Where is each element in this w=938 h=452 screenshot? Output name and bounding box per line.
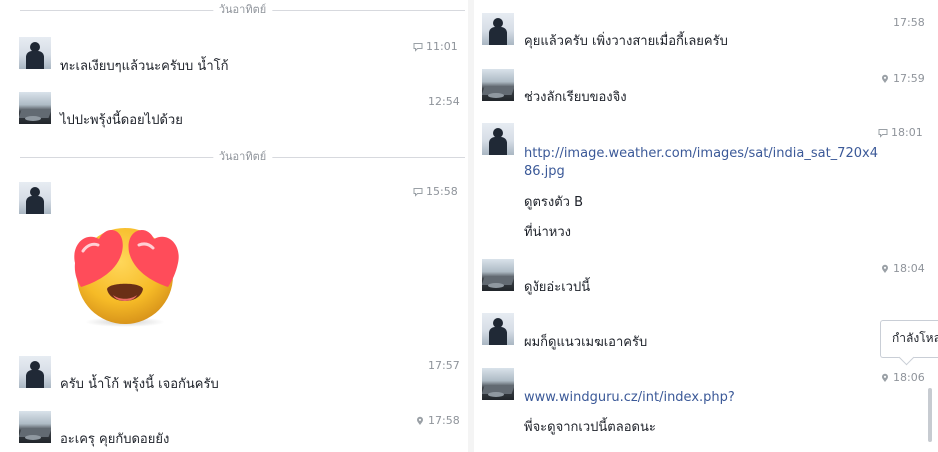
location-icon bbox=[417, 416, 423, 425]
message-meta: 18:04 bbox=[880, 262, 925, 275]
message-meta: 15:58 bbox=[413, 185, 458, 198]
message-time: 15:58 bbox=[426, 185, 458, 198]
message-text: ช่วงลักเรียบของจิง bbox=[524, 90, 627, 105]
message-time: 17:59 bbox=[893, 72, 925, 85]
date-divider: วันอาทิตย์ bbox=[20, 3, 465, 17]
avatar[interactable] bbox=[19, 92, 51, 124]
message-text: ที่น่าหวง bbox=[524, 225, 571, 240]
message-time: 17:57 bbox=[428, 359, 460, 372]
message-time: 18:04 bbox=[893, 262, 925, 275]
scrollbar-thumb[interactable] bbox=[928, 388, 932, 442]
avatar[interactable] bbox=[19, 182, 51, 214]
location-icon bbox=[882, 373, 888, 382]
message-text: ผมก็ดูแนวเมฆเอาครับ bbox=[524, 335, 648, 350]
date-divider-label: วันอาทิตย์ bbox=[212, 150, 273, 164]
windguru-link[interactable]: www.windguru.cz/int/index.php? bbox=[524, 389, 735, 407]
avatar[interactable] bbox=[482, 368, 514, 400]
date-divider: วันอาทิตย์ bbox=[20, 150, 465, 164]
location-icon bbox=[882, 74, 888, 83]
message-time: 11:01 bbox=[426, 40, 458, 53]
message-meta: 11:01 bbox=[413, 40, 458, 53]
message-icon bbox=[413, 42, 423, 52]
message-text: ครับ น้ำโก้ พรุ้งนี้ เจอกันครับ bbox=[60, 377, 219, 392]
message-meta: 18:06 bbox=[880, 371, 925, 384]
scrollbar-track[interactable] bbox=[926, 0, 934, 452]
message-text: ทะเลเงียบๆแล้วนะครับบ น้ำโก้ bbox=[60, 59, 229, 74]
avatar[interactable] bbox=[482, 259, 514, 291]
message-meta: 17:58 bbox=[415, 414, 460, 427]
message-text: คุยแล้วครับ เพิ่งวางสายเมื่อกี้เลยครับ bbox=[524, 34, 728, 49]
message-text: อะเครุ คุยกับดอยยัง bbox=[60, 432, 170, 447]
message-meta: 12:54 bbox=[428, 95, 460, 108]
message-time: 12:54 bbox=[428, 95, 460, 108]
message-time: 17:58 bbox=[428, 414, 460, 427]
message-meta: 17:59 bbox=[880, 72, 925, 85]
location-icon bbox=[882, 264, 888, 273]
message-icon bbox=[878, 128, 888, 138]
message-meta: 17:58 bbox=[893, 16, 925, 29]
message-time: 18:01 bbox=[891, 126, 923, 139]
message-time: 17:58 bbox=[893, 16, 925, 29]
message-meta: 17:57 bbox=[428, 359, 460, 372]
date-divider-label: วันอาทิตย์ bbox=[212, 3, 273, 17]
avatar[interactable] bbox=[19, 411, 51, 443]
tooltip-text: กำลังโหล bbox=[892, 331, 938, 345]
message-text: ไปปะพรุ้งนี้ดอยไปด้วย bbox=[60, 113, 183, 128]
message-text: พี่จะดูจากเวปนี้ตลอดนะ bbox=[524, 420, 656, 435]
tooltip: กำลังโหล bbox=[880, 320, 938, 366]
weather-image-link[interactable]: http://image.weather.com/images/sat/indi… bbox=[524, 145, 884, 181]
avatar[interactable] bbox=[19, 356, 51, 388]
conversation-panel-left: วันอาทิตย์ 11:01 ทะเลเงียบๆแล้วนะครับบ น… bbox=[0, 0, 468, 452]
message-text: ดูงัยอ่ะเวปนี้ bbox=[524, 280, 591, 295]
avatar[interactable] bbox=[482, 313, 514, 345]
avatar[interactable] bbox=[19, 37, 51, 69]
avatar[interactable] bbox=[482, 69, 514, 101]
avatar[interactable] bbox=[482, 13, 514, 45]
conversation-panel-right: 17:58 คุยแล้วครับ เพิ่งวางสายเมื่อกี้เลย… bbox=[474, 0, 938, 452]
heart-eyes-emoji bbox=[74, 228, 179, 327]
message-icon bbox=[413, 187, 423, 197]
avatar[interactable] bbox=[482, 123, 514, 155]
message-meta: 18:01 bbox=[878, 126, 923, 139]
message-text: ดูตรงตัว B bbox=[524, 195, 584, 210]
message-time: 18:06 bbox=[893, 371, 925, 384]
